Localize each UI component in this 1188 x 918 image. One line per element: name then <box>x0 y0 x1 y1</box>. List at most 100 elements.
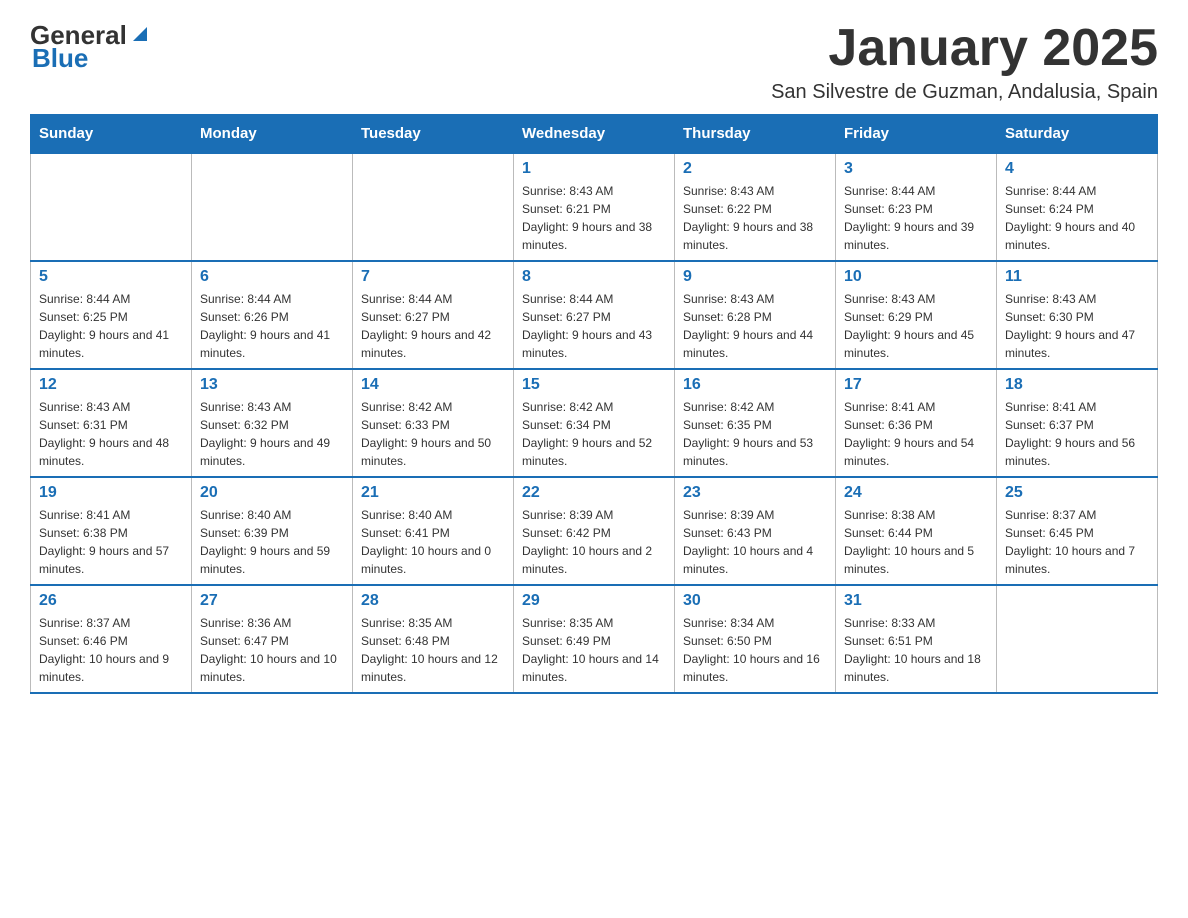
day-number: 29 <box>522 592 666 610</box>
logo: General Blue <box>30 20 151 74</box>
day-number: 22 <box>522 484 666 502</box>
day-number: 5 <box>39 268 183 286</box>
day-number: 6 <box>200 268 344 286</box>
calendar-cell: 11 Sunrise: 8:43 AM Sunset: 6:30 PM Dayli… <box>997 261 1158 369</box>
calendar-cell: 12 Sunrise: 8:43 AM Sunset: 6:31 PM Dayli… <box>31 369 192 477</box>
day-info: Sunrise: 8:44 AM Sunset: 6:27 PM Dayligh… <box>361 290 505 362</box>
calendar-cell: 31Sunrise: 8:33 AM Sunset: 6:51 PM Dayli… <box>836 585 997 693</box>
day-info: Sunrise: 8:38 AM Sunset: 6:44 PM Dayligh… <box>844 506 988 578</box>
calendar-cell: 4 Sunrise: 8:44 AM Sunset: 6:24 PM Daylig… <box>997 153 1158 261</box>
calendar-cell: 28 Sunrise: 8:35 AM Sunset: 6:48 PM Dayli… <box>353 585 514 693</box>
day-info: Sunrise: 8:40 AM Sunset: 6:39 PM Dayligh… <box>200 506 344 578</box>
calendar-table: SundayMondayTuesdayWednesdayThursdayFrid… <box>30 114 1158 694</box>
calendar-cell: 18 Sunrise: 8:41 AM Sunset: 6:37 PM Dayli… <box>997 369 1158 477</box>
day-number: 23 <box>683 484 827 502</box>
day-number: 31 <box>844 592 988 610</box>
day-info: Sunrise: 8:40 AM Sunset: 6:41 PM Dayligh… <box>361 506 505 578</box>
day-number: 2 <box>683 160 827 178</box>
day-info: Sunrise: 8:42 AM Sunset: 6:35 PM Dayligh… <box>683 398 827 470</box>
calendar-week-4: 19 Sunrise: 8:41 AM Sunset: 6:38 PM Dayli… <box>31 477 1158 585</box>
calendar-cell: 20 Sunrise: 8:40 AM Sunset: 6:39 PM Dayli… <box>192 477 353 585</box>
calendar-cell: 3 Sunrise: 8:44 AM Sunset: 6:23 PM Daylig… <box>836 153 997 261</box>
day-number: 9 <box>683 268 827 286</box>
calendar-week-2: 5Sunrise: 8:44 AM Sunset: 6:25 PM Daylig… <box>31 261 1158 369</box>
day-number: 18 <box>1005 376 1149 394</box>
day-info: Sunrise: 8:35 AM Sunset: 6:49 PM Dayligh… <box>522 614 666 686</box>
calendar-header-sunday: Sunday <box>31 115 192 154</box>
day-info: Sunrise: 8:39 AM Sunset: 6:42 PM Dayligh… <box>522 506 666 578</box>
calendar-cell: 15 Sunrise: 8:42 AM Sunset: 6:34 PM Dayli… <box>514 369 675 477</box>
day-info: Sunrise: 8:37 AM Sunset: 6:46 PM Dayligh… <box>39 614 183 686</box>
day-number: 16 <box>683 376 827 394</box>
calendar-cell <box>192 153 353 261</box>
day-info: Sunrise: 8:43 AM Sunset: 6:29 PM Dayligh… <box>844 290 988 362</box>
calendar-cell: 8 Sunrise: 8:44 AM Sunset: 6:27 PM Daylig… <box>514 261 675 369</box>
day-info: Sunrise: 8:34 AM Sunset: 6:50 PM Dayligh… <box>683 614 827 686</box>
day-info: Sunrise: 8:36 AM Sunset: 6:47 PM Dayligh… <box>200 614 344 686</box>
calendar-cell: 22 Sunrise: 8:39 AM Sunset: 6:42 PM Dayli… <box>514 477 675 585</box>
day-number: 1 <box>522 160 666 178</box>
day-info: Sunrise: 8:41 AM Sunset: 6:36 PM Dayligh… <box>844 398 988 470</box>
day-number: 19 <box>39 484 183 502</box>
day-info: Sunrise: 8:43 AM Sunset: 6:31 PM Dayligh… <box>39 398 183 470</box>
day-number: 24 <box>844 484 988 502</box>
logo-triangle-icon <box>129 23 151 45</box>
day-number: 20 <box>200 484 344 502</box>
day-number: 3 <box>844 160 988 178</box>
calendar-cell: 5Sunrise: 8:44 AM Sunset: 6:25 PM Daylig… <box>31 261 192 369</box>
day-number: 28 <box>361 592 505 610</box>
day-info: Sunrise: 8:41 AM Sunset: 6:38 PM Dayligh… <box>39 506 183 578</box>
day-number: 13 <box>200 376 344 394</box>
day-info: Sunrise: 8:43 AM Sunset: 6:30 PM Dayligh… <box>1005 290 1149 362</box>
calendar-week-1: 1Sunrise: 8:43 AM Sunset: 6:21 PM Daylig… <box>31 153 1158 261</box>
logo-blue: Blue <box>32 43 88 74</box>
day-number: 11 <box>1005 268 1149 286</box>
calendar-cell: 2Sunrise: 8:43 AM Sunset: 6:22 PM Daylig… <box>675 153 836 261</box>
day-info: Sunrise: 8:44 AM Sunset: 6:24 PM Dayligh… <box>1005 182 1149 254</box>
day-number: 15 <box>522 376 666 394</box>
day-number: 21 <box>361 484 505 502</box>
month-title: January 2025 <box>771 20 1158 77</box>
calendar-cell: 27 Sunrise: 8:36 AM Sunset: 6:47 PM Dayli… <box>192 585 353 693</box>
calendar-cell: 9 Sunrise: 8:43 AM Sunset: 6:28 PM Daylig… <box>675 261 836 369</box>
day-number: 10 <box>844 268 988 286</box>
day-number: 8 <box>522 268 666 286</box>
calendar-cell <box>353 153 514 261</box>
day-info: Sunrise: 8:43 AM Sunset: 6:32 PM Dayligh… <box>200 398 344 470</box>
day-number: 14 <box>361 376 505 394</box>
calendar-header-monday: Monday <box>192 115 353 154</box>
day-number: 12 <box>39 376 183 394</box>
calendar-cell: 23Sunrise: 8:39 AM Sunset: 6:43 PM Dayli… <box>675 477 836 585</box>
calendar-cell: 25 Sunrise: 8:37 AM Sunset: 6:45 PM Dayli… <box>997 477 1158 585</box>
calendar-cell: 13 Sunrise: 8:43 AM Sunset: 6:32 PM Dayli… <box>192 369 353 477</box>
location-title: San Silvestre de Guzman, Andalusia, Spai… <box>771 81 1158 104</box>
calendar-cell: 1Sunrise: 8:43 AM Sunset: 6:21 PM Daylig… <box>514 153 675 261</box>
calendar-cell: 26 Sunrise: 8:37 AM Sunset: 6:46 PM Dayli… <box>31 585 192 693</box>
calendar-cell: 16 Sunrise: 8:42 AM Sunset: 6:35 PM Dayli… <box>675 369 836 477</box>
day-info: Sunrise: 8:42 AM Sunset: 6:34 PM Dayligh… <box>522 398 666 470</box>
day-info: Sunrise: 8:44 AM Sunset: 6:23 PM Dayligh… <box>844 182 988 254</box>
day-number: 25 <box>1005 484 1149 502</box>
day-number: 27 <box>200 592 344 610</box>
calendar-cell: 6Sunrise: 8:44 AM Sunset: 6:26 PM Daylig… <box>192 261 353 369</box>
calendar-cell: 19 Sunrise: 8:41 AM Sunset: 6:38 PM Dayli… <box>31 477 192 585</box>
calendar-header-saturday: Saturday <box>997 115 1158 154</box>
day-number: 26 <box>39 592 183 610</box>
page-header: General Blue January 2025 San Silvestre … <box>30 20 1158 104</box>
day-info: Sunrise: 8:35 AM Sunset: 6:48 PM Dayligh… <box>361 614 505 686</box>
calendar-header-row: SundayMondayTuesdayWednesdayThursdayFrid… <box>31 115 1158 154</box>
calendar-cell: 30 Sunrise: 8:34 AM Sunset: 6:50 PM Dayli… <box>675 585 836 693</box>
calendar-cell: 10 Sunrise: 8:43 AM Sunset: 6:29 PM Dayli… <box>836 261 997 369</box>
day-info: Sunrise: 8:44 AM Sunset: 6:27 PM Dayligh… <box>522 290 666 362</box>
calendar-cell: 29 Sunrise: 8:35 AM Sunset: 6:49 PM Dayli… <box>514 585 675 693</box>
day-number: 4 <box>1005 160 1149 178</box>
day-info: Sunrise: 8:41 AM Sunset: 6:37 PM Dayligh… <box>1005 398 1149 470</box>
calendar-header-friday: Friday <box>836 115 997 154</box>
calendar-header-tuesday: Tuesday <box>353 115 514 154</box>
day-info: Sunrise: 8:37 AM Sunset: 6:45 PM Dayligh… <box>1005 506 1149 578</box>
calendar-cell: 17Sunrise: 8:41 AM Sunset: 6:36 PM Dayli… <box>836 369 997 477</box>
day-info: Sunrise: 8:43 AM Sunset: 6:28 PM Dayligh… <box>683 290 827 362</box>
calendar-cell: 7Sunrise: 8:44 AM Sunset: 6:27 PM Daylig… <box>353 261 514 369</box>
day-number: 30 <box>683 592 827 610</box>
calendar-header-thursday: Thursday <box>675 115 836 154</box>
